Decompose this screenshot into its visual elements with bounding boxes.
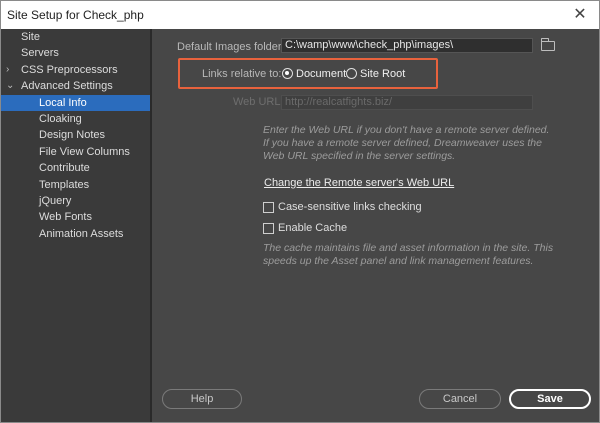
web-url-note: Enter the Web URL if you don't have a re… bbox=[263, 124, 550, 162]
sidebar-item-label: CSS Preprocessors bbox=[21, 63, 118, 76]
sidebar-item-file-view-columns[interactable]: File View Columns bbox=[1, 144, 150, 160]
sidebar-item-site[interactable]: Site bbox=[1, 29, 150, 45]
sidebar-item-web-fonts[interactable]: Web Fonts bbox=[1, 209, 150, 225]
sidebar-item-design-notes[interactable]: Design Notes bbox=[1, 127, 150, 143]
default-images-field[interactable]: C:\wamp\www\check_php\images\ bbox=[281, 38, 533, 53]
sidebar-item-label: File View Columns bbox=[39, 145, 130, 158]
radio-document[interactable] bbox=[282, 68, 293, 79]
sidebar-item-label: Local Info bbox=[39, 96, 87, 109]
radio-site-root[interactable] bbox=[346, 68, 357, 79]
sidebar-item-label: Templates bbox=[39, 178, 90, 191]
chevron-right-icon[interactable]: › bbox=[6, 62, 9, 78]
sidebar-item-contribute[interactable]: Contribute bbox=[1, 160, 150, 176]
sidebar-item-local-info[interactable]: Local Info bbox=[1, 94, 150, 111]
sidebar-item-jquery[interactable]: jQuery bbox=[1, 193, 150, 209]
window-title: Site Setup for Check_php bbox=[7, 8, 144, 22]
sidebar-item-label: Site bbox=[21, 31, 40, 43]
sidebar-item-animation-assets[interactable]: Animation Assets bbox=[1, 226, 150, 242]
site-setup-dialog: Site Setup for Check_php ✕ Site Servers … bbox=[0, 0, 600, 423]
category-sidebar: Site Servers › CSS Preprocessors ⌄ Advan… bbox=[1, 29, 152, 422]
cancel-button[interactable]: Cancel bbox=[419, 389, 501, 409]
sidebar-item-label: Design Notes bbox=[39, 129, 106, 142]
case-sensitive-label[interactable]: Case-sensitive links checking bbox=[278, 201, 422, 213]
help-button[interactable]: Help bbox=[162, 389, 242, 409]
sidebar-item-label: Animation Assets bbox=[39, 227, 124, 240]
sidebar-item-advanced-settings[interactable]: ⌄ Advanced Settings bbox=[1, 78, 150, 94]
radio-document-label[interactable]: Document bbox=[296, 68, 346, 80]
close-icon[interactable]: ✕ bbox=[571, 4, 589, 24]
links-relative-label: Links relative to: bbox=[202, 68, 282, 80]
save-button[interactable]: Save bbox=[509, 389, 591, 409]
radio-site-root-label[interactable]: Site Root bbox=[360, 68, 405, 80]
sidebar-item-label: Servers bbox=[21, 47, 59, 60]
case-sensitive-checkbox[interactable] bbox=[263, 202, 274, 213]
change-remote-url-link[interactable]: Change the Remote server's Web URL bbox=[264, 177, 454, 189]
sidebar-item-label: Cloaking bbox=[39, 112, 82, 125]
folder-icon[interactable] bbox=[540, 38, 555, 51]
sidebar-item-label: jQuery bbox=[39, 194, 72, 207]
sidebar-item-css-preprocessors[interactable]: › CSS Preprocessors bbox=[1, 62, 150, 78]
web-url-label: Web URL: bbox=[233, 96, 284, 108]
chevron-down-icon[interactable]: ⌄ bbox=[6, 78, 14, 94]
enable-cache-checkbox[interactable] bbox=[263, 223, 274, 234]
title-bar: Site Setup for Check_php ✕ bbox=[1, 1, 599, 29]
cache-note: The cache maintains file and asset infor… bbox=[263, 242, 554, 267]
sidebar-item-servers[interactable]: Servers bbox=[1, 45, 150, 61]
enable-cache-label[interactable]: Enable Cache bbox=[278, 222, 347, 234]
sidebar-item-templates[interactable]: Templates bbox=[1, 177, 150, 193]
sidebar-item-label: Contribute bbox=[39, 162, 90, 175]
default-images-label: Default Images folder: bbox=[177, 41, 285, 53]
web-url-field[interactable]: http://realcatfights.biz/ bbox=[281, 95, 533, 110]
sidebar-item-label: Web Fonts bbox=[39, 211, 92, 224]
sidebar-item-cloaking[interactable]: Cloaking bbox=[1, 111, 150, 127]
sidebar-item-label: Advanced Settings bbox=[21, 80, 113, 93]
